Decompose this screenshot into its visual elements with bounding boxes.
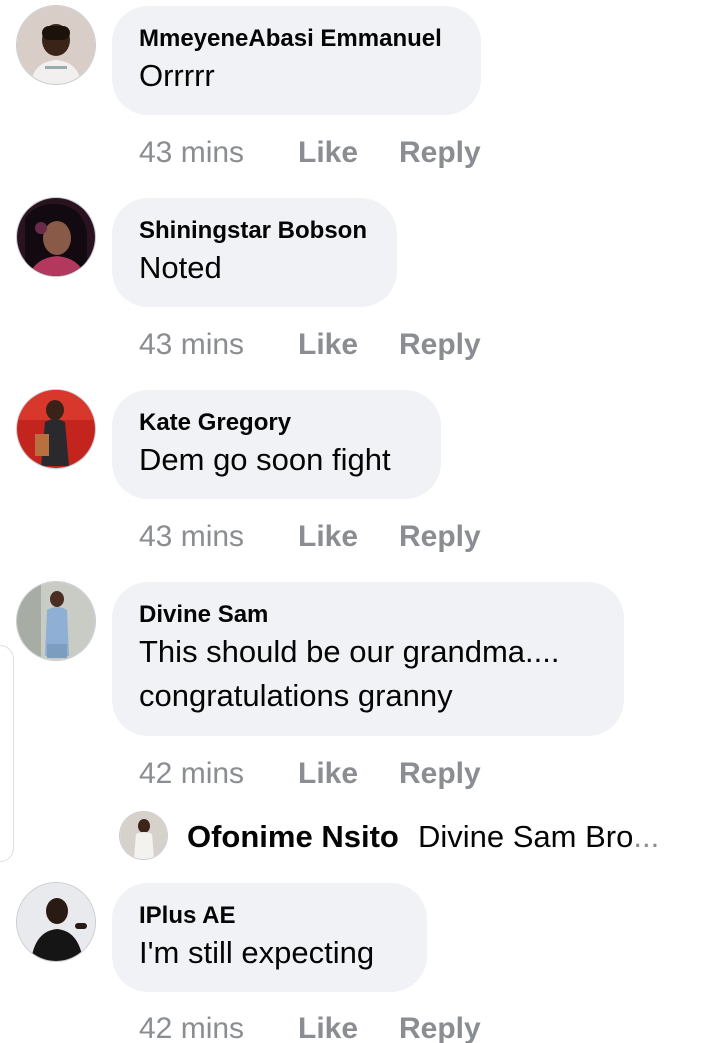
- comment-actions: 42 mins Like Reply: [139, 755, 481, 793]
- comment-text-line-2: congratulations granny: [139, 678, 453, 713]
- comment-actions: 43 mins Like Reply: [139, 518, 481, 556]
- like-button[interactable]: Like: [298, 134, 399, 172]
- avatar[interactable]: [17, 390, 95, 468]
- reply-button[interactable]: Reply: [399, 326, 481, 364]
- reply-button[interactable]: Reply: [399, 134, 481, 172]
- comment-text-line-1: This should be our grandma....: [139, 634, 560, 669]
- comment-author[interactable]: Shiningstar Bobson: [139, 216, 369, 246]
- comment-text: Noted: [139, 250, 222, 285]
- reply-button[interactable]: Reply: [399, 755, 481, 793]
- comment-actions: 43 mins Like Reply: [139, 134, 481, 172]
- comment-bubble: MmeyeneAbasi Emmanuel Orrrrr: [112, 6, 481, 115]
- comment-bubble: Shiningstar Bobson Noted: [112, 198, 397, 307]
- comments-page: MmeyeneAbasi Emmanuel Orrrrr 43 mins Like…: [0, 0, 720, 1043]
- reply-avatar[interactable]: [120, 812, 167, 859]
- like-button[interactable]: Like: [298, 326, 399, 364]
- comment-actions: 43 mins Like Reply: [139, 326, 481, 364]
- comment-bubble: Kate Gregory Dem go soon fight: [112, 390, 441, 499]
- reply-text-content: Divine Sam Bro: [418, 819, 634, 854]
- reply-button[interactable]: Reply: [399, 1010, 481, 1043]
- like-button[interactable]: Like: [298, 518, 399, 556]
- comment-bubble: IPlus AE I'm still expecting: [112, 883, 427, 992]
- avatar[interactable]: [17, 198, 95, 276]
- comment-bubble: Divine Sam This should be our grandma...…: [112, 582, 624, 736]
- like-button[interactable]: Like: [298, 755, 399, 793]
- comment-timestamp[interactable]: 43 mins: [139, 134, 298, 172]
- comment-timestamp[interactable]: 42 mins: [139, 755, 298, 793]
- reply-ellipsis: ...: [633, 819, 660, 854]
- comment-author[interactable]: Divine Sam: [139, 600, 596, 630]
- reply-author[interactable]: Ofonime Nsito: [187, 818, 399, 856]
- comment-author[interactable]: IPlus AE: [139, 901, 399, 931]
- side-panel-edge: [0, 645, 14, 862]
- comment-timestamp[interactable]: 43 mins: [139, 518, 298, 556]
- comment-timestamp[interactable]: 43 mins: [139, 326, 298, 364]
- comment-text: Orrrrr: [139, 58, 215, 93]
- comment-text: Dem go soon fight: [139, 442, 391, 477]
- comment-actions: 42 mins Like Reply: [139, 1010, 481, 1043]
- comment-timestamp[interactable]: 42 mins: [139, 1010, 298, 1043]
- avatar[interactable]: [17, 582, 95, 660]
- comment-author[interactable]: Kate Gregory: [139, 408, 413, 438]
- avatar[interactable]: [17, 883, 95, 961]
- reply-button[interactable]: Reply: [399, 518, 481, 556]
- comment-author[interactable]: MmeyeneAbasi Emmanuel: [139, 24, 453, 54]
- avatar[interactable]: [17, 6, 95, 84]
- comment-text: I'm still expecting: [139, 935, 375, 970]
- like-button[interactable]: Like: [298, 1010, 399, 1043]
- reply-text: Divine Sam Bro...: [418, 818, 659, 856]
